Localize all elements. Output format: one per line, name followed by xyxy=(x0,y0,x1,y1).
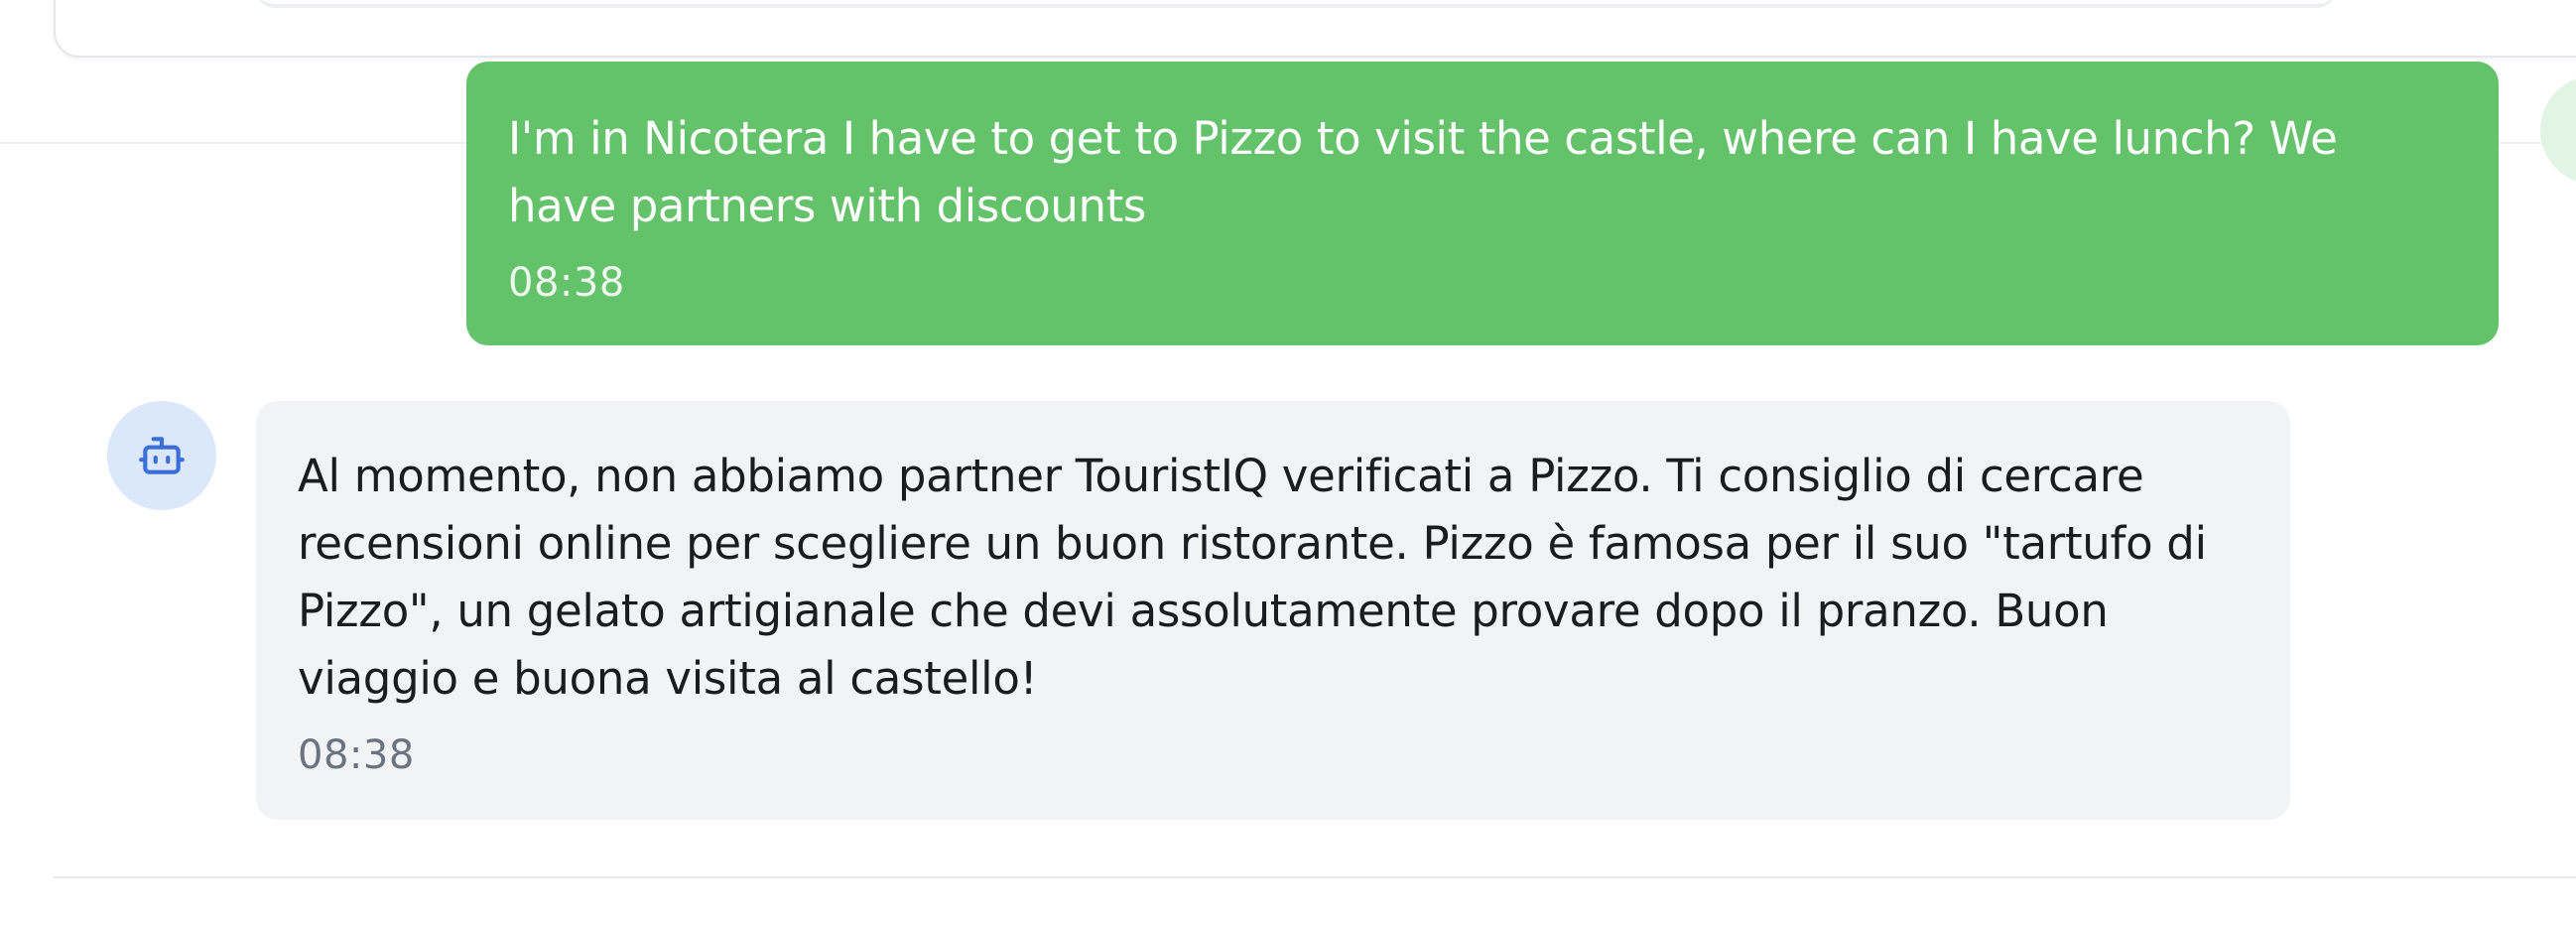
bottom-divider xyxy=(54,876,2576,878)
user-message-text: I'm in Nicotera I have to get to Pizzo t… xyxy=(508,112,2338,232)
bot-icon xyxy=(139,437,185,474)
user-avatar xyxy=(2540,75,2576,185)
assistant-message-time: 08:38 xyxy=(298,732,415,778)
bot-avatar xyxy=(107,401,216,510)
previous-message-inner xyxy=(254,0,2338,8)
user-message-bubble: I'm in Nicotera I have to get to Pizzo t… xyxy=(466,62,2499,345)
previous-message-card xyxy=(54,0,2576,58)
user-message-time: 08:38 xyxy=(508,260,625,306)
assistant-message-bubble: Al momento, non abbiamo partner TouristI… xyxy=(256,401,2290,820)
assistant-message-text: Al momento, non abbiamo partner TouristI… xyxy=(298,450,2207,705)
